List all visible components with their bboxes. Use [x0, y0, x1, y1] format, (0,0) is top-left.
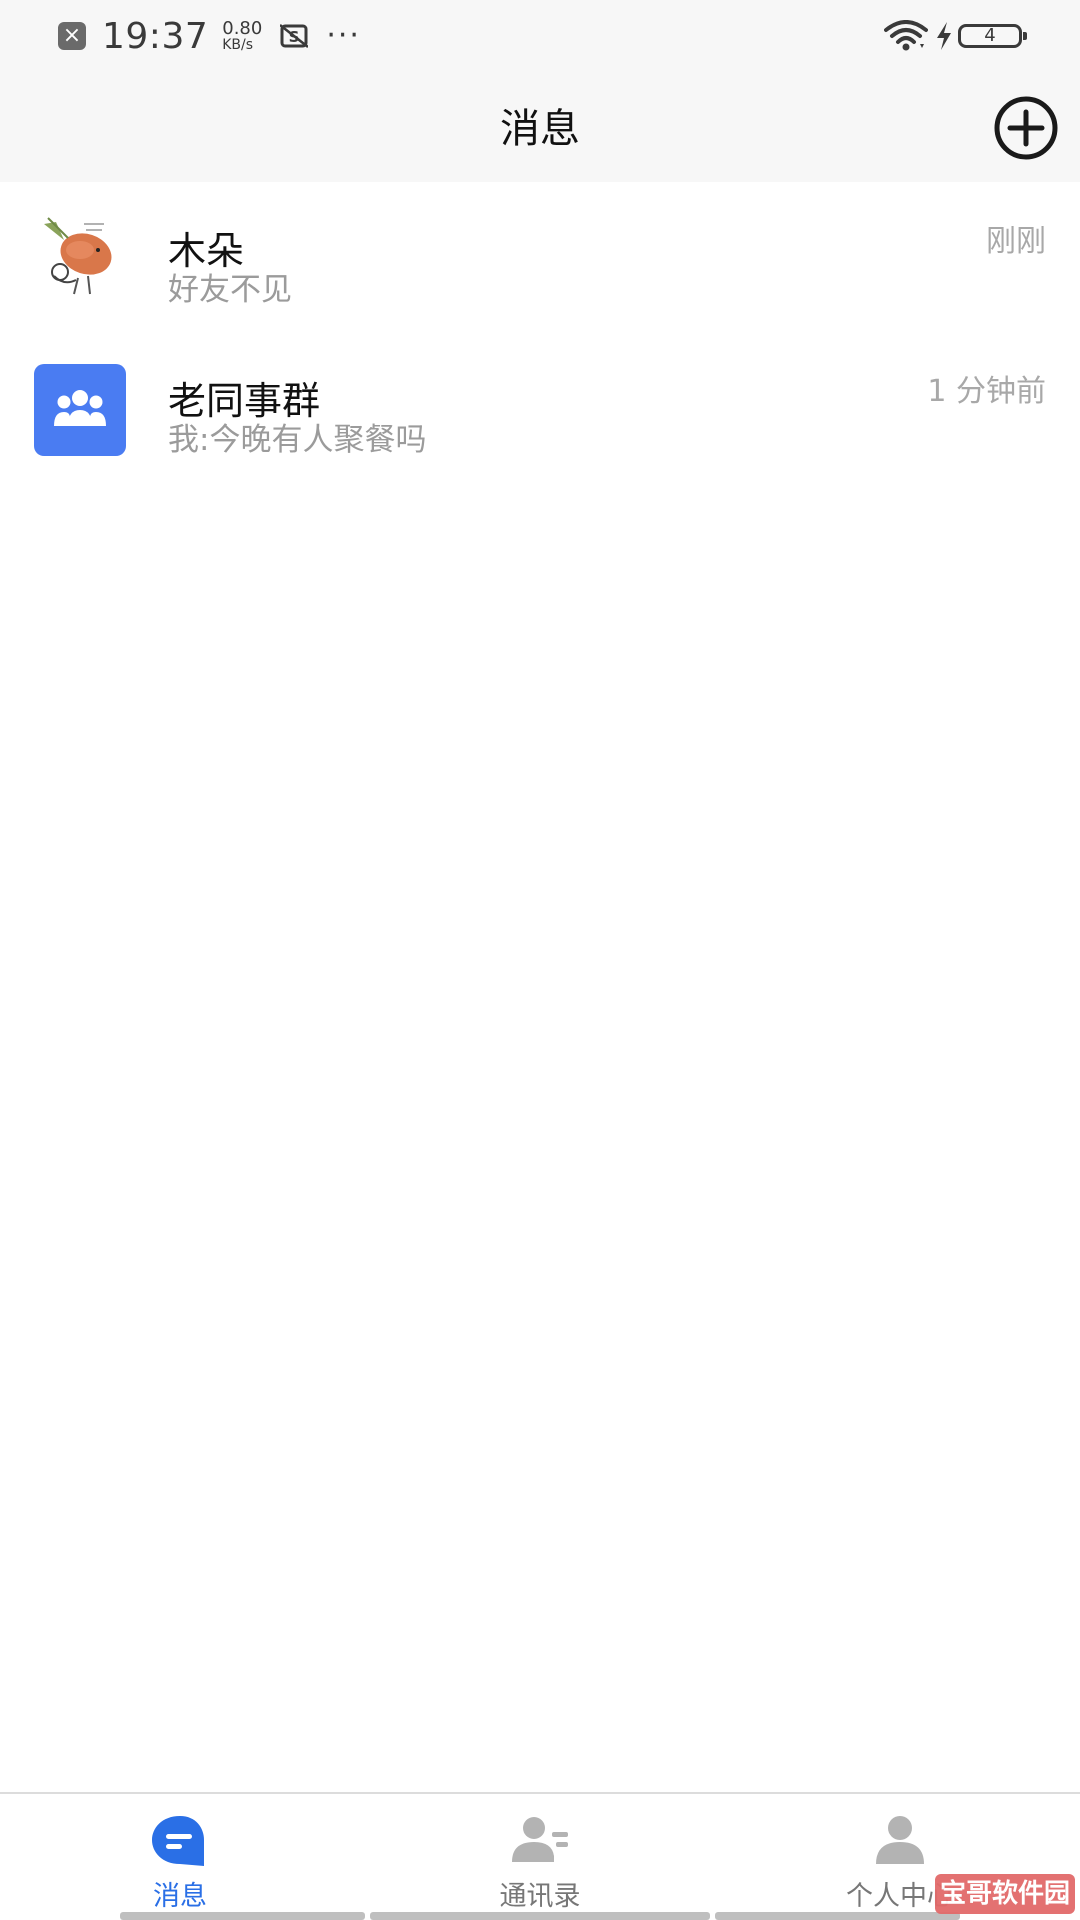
tab-contacts-label: 通讯录 — [499, 1881, 581, 1912]
status-left: × 19:37 0.80 KB/s S ··· — [58, 14, 361, 58]
profile-icon — [876, 1816, 924, 1864]
nav-indicator-left — [120, 1912, 365, 1920]
watermark-logo: 宝哥软件园 — [935, 1874, 1075, 1914]
tab-messages-label: 消息 — [153, 1881, 207, 1912]
status-time: 19:37 — [102, 15, 209, 57]
battery-icon: 4 — [958, 24, 1027, 48]
photo-avatar — [34, 210, 126, 302]
nav-indicator-right — [715, 1912, 960, 1920]
message-bubble-icon — [152, 1816, 204, 1866]
page-title: 消息 — [500, 106, 580, 152]
wifi-icon — [884, 20, 928, 51]
chat-time: 刚刚 — [986, 224, 1046, 259]
screenshot-app-icon: S — [280, 24, 309, 48]
net-speed-value: 0.80 — [222, 18, 263, 39]
status-bar: × 19:37 0.80 KB/s S ··· — [0, 0, 1080, 72]
group-avatar-icon — [34, 364, 126, 456]
tab-messages[interactable]: 消息 — [80, 1794, 280, 1920]
screen: × 19:37 0.80 KB/s S ··· — [0, 0, 1080, 1920]
charging-icon — [937, 22, 951, 50]
group-people-icon — [54, 390, 106, 426]
chat-list-item[interactable]: 老同事群 我:今晚有人聚餐吗 1 分钟前 — [0, 342, 1080, 492]
plus-circle-icon[interactable] — [992, 96, 1060, 160]
chat-time: 1 分钟前 — [927, 374, 1046, 409]
bottom-nav: 消息 通讯录 个人中心 — [0, 1792, 1080, 1920]
more-notifications: ··· — [326, 18, 361, 53]
notification-close-icon: × — [58, 22, 86, 50]
net-speed-unit: KB/s — [222, 37, 254, 53]
contacts-icon — [512, 1817, 568, 1862]
chat-preview: 我:今晚有人聚餐吗 — [168, 422, 427, 458]
chat-preview: 好友不见 — [168, 272, 292, 308]
header-bar: 消息 — [0, 72, 1080, 182]
nav-indicator-middle — [370, 1912, 710, 1920]
net-speed: 0.80 KB/s — [222, 18, 263, 53]
chat-list-item[interactable]: 木朵 好友不见 刚刚 — [0, 190, 1080, 340]
carrot-illustration — [34, 210, 126, 302]
status-right: 4 — [884, 16, 1027, 56]
tab-contacts[interactable]: 通讯录 — [440, 1794, 640, 1920]
